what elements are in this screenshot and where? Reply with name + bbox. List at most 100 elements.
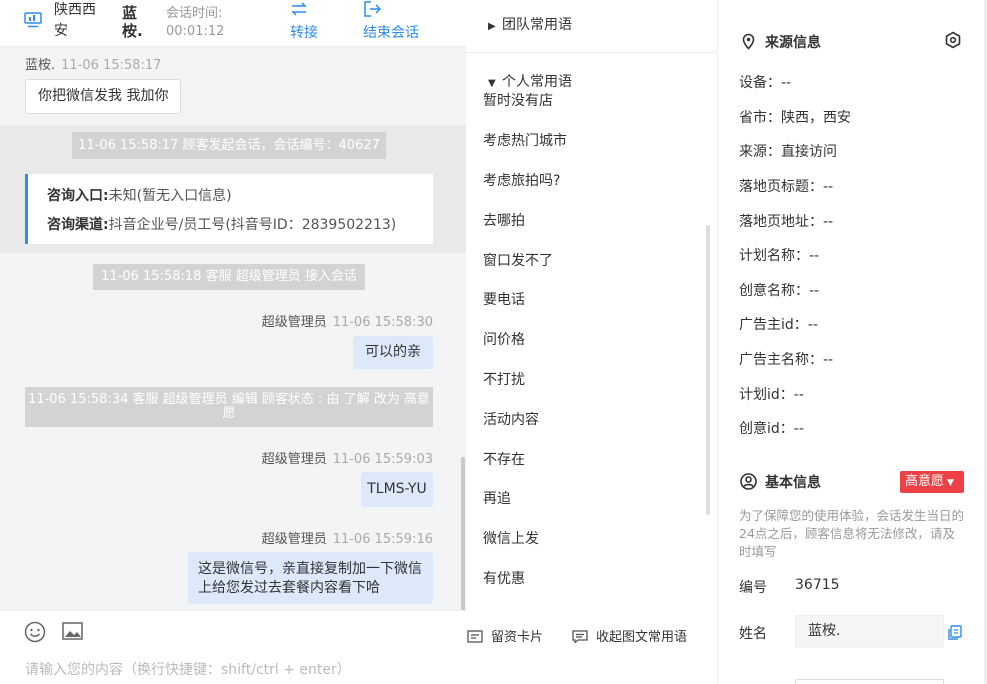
message-meta: 超级管理员 11-06 15:59:16	[262, 528, 433, 547]
customer-info-panel: 来源信息 设备：-- 省市：陕西，西安 来源：直接访问 落地页标题：-- 落地页…	[718, 0, 987, 684]
sender-name: 超级管理员	[261, 452, 327, 467]
phrase-item[interactable]: 不打扰	[483, 369, 525, 389]
session-time-label: 会话时间:	[166, 6, 223, 21]
phrase-item[interactable]: 有优惠	[483, 568, 525, 588]
agent-message-bubble: 这是微信号，亲直接复制加一下微信上给您发过去套餐内容看下哈	[188, 552, 433, 604]
entry-info-card: 咨询入口:未知(暂无入口信息) 咨询渠道:抖音企业号/员工号(抖音号ID：283…	[25, 174, 433, 244]
chat-panel: 陕西西安 蓝桉. 会话时间: 00:01:12 转接 结束会话 蓝桉. 11-0…	[0, 0, 466, 684]
message-input[interactable]	[25, 659, 455, 681]
name-field[interactable]: 蓝桉.	[795, 615, 944, 648]
intent-status-dropdown[interactable]: 高意愿 ▼	[900, 471, 964, 493]
copy-icon[interactable]	[948, 625, 962, 640]
card-icon	[467, 630, 483, 643]
chat-input-area	[0, 610, 466, 684]
chat-text-icon	[572, 630, 588, 643]
chevron-down-icon: ▼	[488, 78, 496, 89]
phrase-item[interactable]: 暂时没有店	[483, 90, 553, 110]
message-list[interactable]: 蓝桉. 11-06 15:58:17 你把微信发我 我加你 11-06 15:58…	[0, 47, 466, 610]
logout-icon	[364, 1, 381, 17]
channel-label: 咨询渠道:	[47, 217, 109, 233]
edit-notice: 为了保障您的使用体验，会话发生当日的24点之后，顾客信息将无法修改，请及时填写	[739, 508, 965, 559]
phrase-item[interactable]: 微信上发	[483, 528, 539, 548]
system-notice: 11-06 15:58:34 客服 超级管理员 编辑 顾客状态 : 由 了解 改…	[25, 387, 433, 427]
intent-status-value: 高意愿	[905, 474, 945, 489]
hexagon-settings-icon[interactable]	[944, 31, 962, 49]
transfer-button[interactable]: 转接	[290, 0, 318, 42]
message-meta: 蓝桉. 11-06 15:58:17	[25, 54, 161, 73]
next-field[interactable]	[795, 679, 944, 684]
source-row-advertiser-id: 广告主id：--	[739, 317, 818, 333]
location-pin-icon	[742, 33, 755, 50]
collapse-phrases-label: 收起图文常用语	[596, 630, 688, 645]
phrase-item[interactable]: 要电话	[483, 289, 525, 309]
source-row-creative-id: 创意id：--	[739, 421, 804, 437]
basic-title-text: 基本信息	[765, 475, 821, 491]
quick-phrases-panel: ▶ 团队常用语 ▼ 个人常用语 暂时没有店 考虑热门城市 考虑旅拍吗? 去哪拍 窗口…	[466, 0, 718, 684]
source-row-landing-title: 落地页标题：--	[739, 179, 834, 195]
transfer-label: 转接	[290, 25, 318, 41]
chat-header: 陕西西安 蓝桉. 会话时间: 00:01:12 转接 结束会话	[0, 0, 466, 47]
source-title-text: 来源信息	[765, 35, 821, 51]
user-circle-icon	[740, 473, 757, 490]
source-row-device: 设备：--	[739, 75, 792, 91]
customer-location: 陕西西安	[54, 2, 96, 39]
phrase-item[interactable]: 去哪拍	[483, 210, 525, 230]
sender-name: 超级管理员	[261, 532, 327, 547]
entry-value: 未知(暂无入口信息)	[108, 188, 232, 204]
phrase-item[interactable]: 考虑热门城市	[483, 130, 567, 150]
phrases-footer: 留资卡片 收起图文常用语	[466, 610, 718, 660]
lead-card-label: 留资卡片	[491, 630, 544, 645]
name-label: 姓名	[739, 626, 767, 642]
id-value: 36715	[795, 577, 840, 593]
lead-card-button[interactable]: 留资卡片	[467, 626, 543, 645]
team-group-label: 团队常用语	[502, 17, 572, 33]
monitor-icon	[24, 12, 42, 28]
system-notice: 11-06 15:58:18 客服 超级管理员 接入会话	[93, 264, 365, 290]
end-session-label: 结束会话	[363, 25, 419, 41]
customer-name: 蓝桉.	[122, 4, 143, 40]
message-time: 11-06 15:58:30	[332, 315, 433, 330]
chat-workspace: 陕西西安 蓝桉. 会话时间: 00:01:12 转接 结束会话 蓝桉. 11-0…	[0, 0, 987, 684]
caret-down-icon: ▼	[947, 478, 954, 488]
system-notice: 11-06 15:58:17 顾客发起会话，会话编号：40627	[72, 132, 386, 159]
entry-label: 咨询入口:	[47, 188, 109, 204]
source-row-province: 省市：陕西，西安	[739, 110, 851, 126]
chat-scrollbar[interactable]	[461, 457, 465, 610]
source-row-creative-name: 创意名称：--	[739, 283, 820, 299]
id-label: 编号	[739, 580, 767, 596]
system-block: 11-06 15:58:17 顾客发起会话，会话编号：40627 咨询入口:未知…	[0, 125, 466, 253]
message-meta: 超级管理员 11-06 15:59:03	[262, 448, 433, 467]
message-time: 11-06 15:59:03	[332, 452, 433, 467]
phrase-item[interactable]: 活动内容	[483, 409, 539, 429]
channel-value: 抖音企业号/员工号(抖音号ID：2839502213)	[108, 217, 397, 233]
agent-message-bubble: 可以的亲	[353, 336, 433, 369]
source-row-landing-url: 落地页地址：--	[739, 214, 834, 230]
customer-message-bubble: 你把微信发我 我加你	[25, 79, 182, 114]
phrase-item[interactable]: 考虑旅拍吗?	[483, 170, 560, 190]
personal-group-label: 个人常用语	[502, 74, 572, 90]
source-row-plan-id: 计划id：--	[739, 387, 804, 403]
sender-name: 超级管理员	[261, 315, 327, 330]
end-session-button[interactable]: 结束会话	[363, 0, 419, 42]
image-icon[interactable]	[62, 622, 83, 640]
basic-info-title: 基本信息	[740, 472, 821, 492]
collapse-phrases-button[interactable]: 收起图文常用语	[572, 626, 687, 645]
chevron-right-icon: ▶	[488, 21, 496, 32]
phrase-item[interactable]: 问价格	[483, 329, 525, 349]
message-time: 11-06 15:58:17	[61, 58, 162, 73]
personal-phrases-group[interactable]: ▼ 个人常用语	[488, 71, 572, 91]
message-meta: 超级管理员 11-06 15:58:30	[262, 311, 433, 330]
phrase-item[interactable]: 再追	[483, 488, 511, 508]
source-row-source: 来源：直接访问	[739, 144, 837, 160]
sender-name: 蓝桉.	[25, 58, 56, 73]
team-phrases-group[interactable]: ▶ 团队常用语	[488, 14, 572, 34]
phrase-item[interactable]: 不存在	[483, 449, 525, 469]
message-time: 11-06 15:59:16	[332, 532, 433, 547]
source-row-advertiser-name: 广告主名称：--	[739, 352, 834, 368]
phrases-scrollbar[interactable]	[706, 225, 710, 515]
divider	[466, 52, 718, 53]
smiley-icon[interactable]	[24, 621, 46, 643]
source-row-plan-name: 计划名称：--	[739, 248, 820, 264]
source-info-title: 来源信息	[740, 32, 821, 52]
phrase-item[interactable]: 窗口发不了	[483, 250, 553, 270]
